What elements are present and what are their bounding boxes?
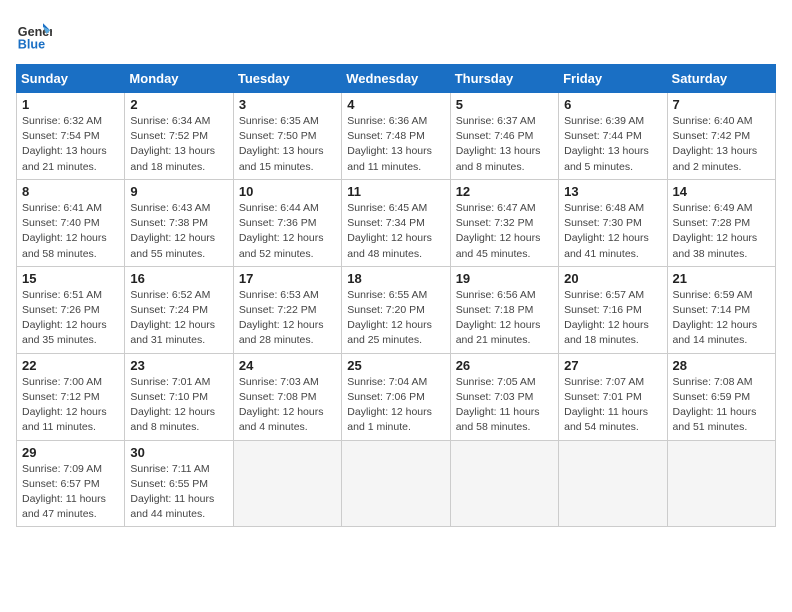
svg-text:Blue: Blue — [18, 37, 45, 51]
calendar-day-18: 18Sunrise: 6:55 AMSunset: 7:20 PMDayligh… — [342, 266, 450, 353]
calendar-day-20: 20Sunrise: 6:57 AMSunset: 7:16 PMDayligh… — [559, 266, 667, 353]
calendar-day-26: 26Sunrise: 7:05 AMSunset: 7:03 PMDayligh… — [450, 353, 558, 440]
calendar-table: SundayMondayTuesdayWednesdayThursdayFrid… — [16, 64, 776, 527]
calendar-day-29: 29Sunrise: 7:09 AMSunset: 6:57 PMDayligh… — [17, 440, 125, 527]
calendar-week-row: 1Sunrise: 6:32 AMSunset: 7:54 PMDaylight… — [17, 93, 776, 180]
header-saturday: Saturday — [667, 65, 775, 93]
header-wednesday: Wednesday — [342, 65, 450, 93]
calendar-day-8: 8Sunrise: 6:41 AMSunset: 7:40 PMDaylight… — [17, 179, 125, 266]
header-monday: Monday — [125, 65, 233, 93]
calendar-day-27: 27Sunrise: 7:07 AMSunset: 7:01 PMDayligh… — [559, 353, 667, 440]
calendar-day-24: 24Sunrise: 7:03 AMSunset: 7:08 PMDayligh… — [233, 353, 341, 440]
calendar-day-5: 5Sunrise: 6:37 AMSunset: 7:46 PMDaylight… — [450, 93, 558, 180]
calendar-day-17: 17Sunrise: 6:53 AMSunset: 7:22 PMDayligh… — [233, 266, 341, 353]
calendar-day-2: 2Sunrise: 6:34 AMSunset: 7:52 PMDaylight… — [125, 93, 233, 180]
calendar-day-22: 22Sunrise: 7:00 AMSunset: 7:12 PMDayligh… — [17, 353, 125, 440]
calendar-day-empty — [342, 440, 450, 527]
calendar-day-7: 7Sunrise: 6:40 AMSunset: 7:42 PMDaylight… — [667, 93, 775, 180]
calendar-day-13: 13Sunrise: 6:48 AMSunset: 7:30 PMDayligh… — [559, 179, 667, 266]
calendar-day-empty — [233, 440, 341, 527]
calendar-day-28: 28Sunrise: 7:08 AMSunset: 6:59 PMDayligh… — [667, 353, 775, 440]
calendar-week-row: 29Sunrise: 7:09 AMSunset: 6:57 PMDayligh… — [17, 440, 776, 527]
calendar-week-row: 8Sunrise: 6:41 AMSunset: 7:40 PMDaylight… — [17, 179, 776, 266]
calendar-day-14: 14Sunrise: 6:49 AMSunset: 7:28 PMDayligh… — [667, 179, 775, 266]
header-sunday: Sunday — [17, 65, 125, 93]
calendar-day-23: 23Sunrise: 7:01 AMSunset: 7:10 PMDayligh… — [125, 353, 233, 440]
logo: General Blue — [16, 16, 52, 52]
calendar-day-16: 16Sunrise: 6:52 AMSunset: 7:24 PMDayligh… — [125, 266, 233, 353]
calendar-day-30: 30Sunrise: 7:11 AMSunset: 6:55 PMDayligh… — [125, 440, 233, 527]
calendar-day-empty — [450, 440, 558, 527]
calendar-day-empty — [559, 440, 667, 527]
calendar-day-empty — [667, 440, 775, 527]
calendar-day-3: 3Sunrise: 6:35 AMSunset: 7:50 PMDaylight… — [233, 93, 341, 180]
calendar-day-25: 25Sunrise: 7:04 AMSunset: 7:06 PMDayligh… — [342, 353, 450, 440]
calendar-day-21: 21Sunrise: 6:59 AMSunset: 7:14 PMDayligh… — [667, 266, 775, 353]
calendar-day-11: 11Sunrise: 6:45 AMSunset: 7:34 PMDayligh… — [342, 179, 450, 266]
calendar-header-row: SundayMondayTuesdayWednesdayThursdayFrid… — [17, 65, 776, 93]
calendar-day-10: 10Sunrise: 6:44 AMSunset: 7:36 PMDayligh… — [233, 179, 341, 266]
header-thursday: Thursday — [450, 65, 558, 93]
header-friday: Friday — [559, 65, 667, 93]
calendar-day-12: 12Sunrise: 6:47 AMSunset: 7:32 PMDayligh… — [450, 179, 558, 266]
calendar-day-6: 6Sunrise: 6:39 AMSunset: 7:44 PMDaylight… — [559, 93, 667, 180]
header-tuesday: Tuesday — [233, 65, 341, 93]
calendar-week-row: 22Sunrise: 7:00 AMSunset: 7:12 PMDayligh… — [17, 353, 776, 440]
logo-icon: General Blue — [16, 16, 52, 52]
calendar-week-row: 15Sunrise: 6:51 AMSunset: 7:26 PMDayligh… — [17, 266, 776, 353]
calendar-day-1: 1Sunrise: 6:32 AMSunset: 7:54 PMDaylight… — [17, 93, 125, 180]
calendar-day-4: 4Sunrise: 6:36 AMSunset: 7:48 PMDaylight… — [342, 93, 450, 180]
calendar-day-19: 19Sunrise: 6:56 AMSunset: 7:18 PMDayligh… — [450, 266, 558, 353]
calendar-day-9: 9Sunrise: 6:43 AMSunset: 7:38 PMDaylight… — [125, 179, 233, 266]
calendar-day-15: 15Sunrise: 6:51 AMSunset: 7:26 PMDayligh… — [17, 266, 125, 353]
page-header: General Blue — [16, 16, 776, 52]
